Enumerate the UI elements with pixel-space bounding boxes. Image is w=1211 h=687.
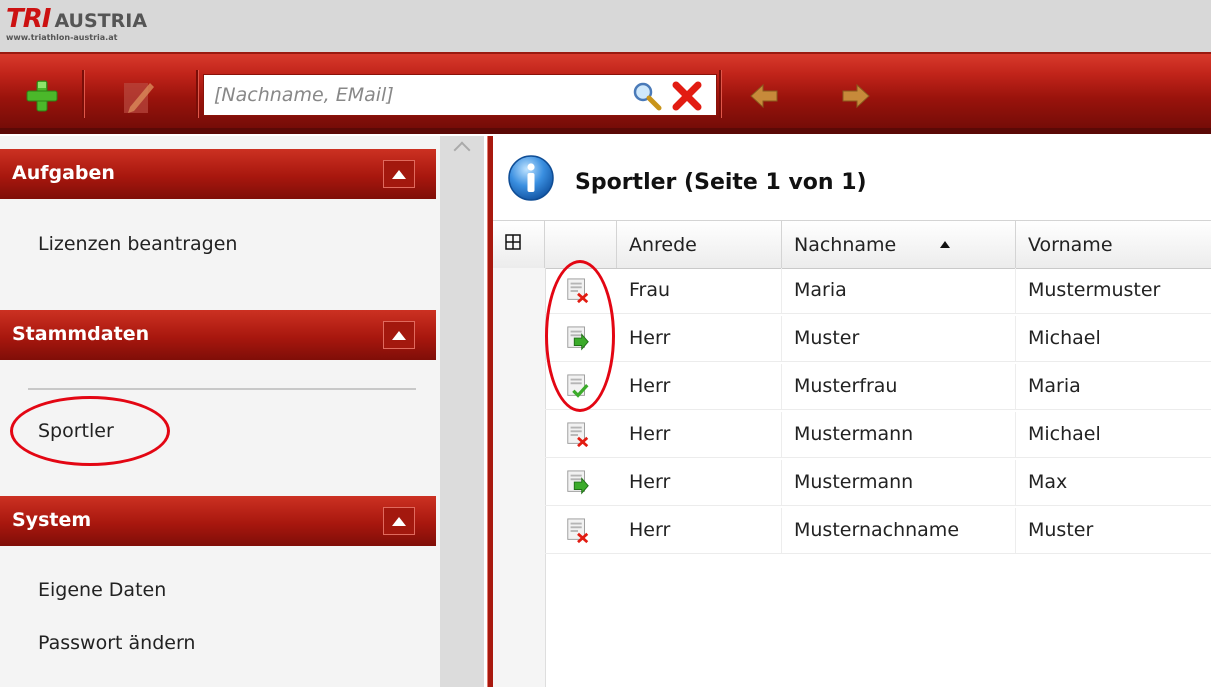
triangle-up-icon	[392, 330, 406, 340]
triangle-up-icon	[392, 169, 406, 179]
cell-anrede: Herr	[617, 412, 782, 457]
column-header-status[interactable]	[545, 221, 617, 268]
column-header-anrede[interactable]: Anrede	[617, 221, 782, 268]
table-row[interactable]: Herr Mustermann Max	[545, 460, 1211, 506]
add-button[interactable]	[22, 76, 62, 116]
cell-anrede: Frau	[617, 268, 782, 313]
column-chooser[interactable]	[493, 221, 545, 268]
nav-link-lizenzen-beantragen[interactable]: Lizenzen beantragen	[38, 233, 237, 255]
table-row[interactable]: Herr Mustermann Michael	[545, 412, 1211, 458]
add-icon	[26, 80, 58, 112]
forward-button[interactable]	[836, 76, 876, 116]
toolbar-separator	[719, 70, 722, 118]
collapse-button[interactable]	[383, 321, 415, 349]
table-row[interactable]: Frau Maria Mustermuster	[545, 268, 1211, 314]
status-approved-icon[interactable]	[565, 373, 591, 401]
cell-anrede: Herr	[617, 508, 782, 553]
toolbar-shade	[0, 128, 1211, 134]
panel-header-aufgaben[interactable]: Aufgaben	[0, 149, 436, 199]
clear-icon[interactable]	[670, 81, 706, 111]
sidebar: Aufgaben Lizenzen beantragen Stammdaten …	[0, 136, 440, 687]
triathlon-austria-logo: TRI AUSTRIA www.triathlon-austria.at	[6, 6, 147, 42]
cell-nachname: Musterfrau	[782, 364, 1016, 409]
edit-button[interactable]	[118, 76, 158, 116]
status-forwarded-icon[interactable]	[565, 325, 591, 353]
column-header-label: Vorname	[1028, 234, 1113, 256]
table-row[interactable]: Herr Musterfrau Maria	[545, 364, 1211, 410]
panel-header-system[interactable]: System	[0, 496, 436, 546]
column-header-vorname[interactable]: Vorname	[1016, 221, 1211, 268]
cell-vorname: Maria	[1028, 375, 1081, 397]
cell-anrede: Herr	[617, 460, 782, 505]
back-arrow-icon	[750, 83, 778, 109]
cell-anrede: Herr	[617, 316, 782, 361]
cell-vorname: Michael	[1028, 423, 1101, 445]
forward-arrow-icon	[842, 83, 870, 109]
toolbar-separator	[196, 70, 199, 118]
cell-nachname: Musternachname	[782, 508, 1016, 553]
panel-title: Stammdaten	[12, 323, 150, 345]
logo-url: www.triathlon-austria.at	[6, 33, 118, 42]
toolbar-separator	[82, 70, 85, 118]
triangle-up-icon	[392, 516, 406, 526]
search-box	[203, 74, 717, 116]
app-header: TRI AUSTRIA www.triathlon-austria.at	[0, 0, 1211, 54]
sidebar-scrollbar[interactable]	[440, 136, 484, 687]
column-header-label: Nachname	[794, 234, 897, 256]
nav-link-eigene-daten[interactable]: Eigene Daten	[38, 579, 166, 601]
cell-vorname: Muster	[1028, 519, 1094, 541]
cell-nachname: Muster	[782, 316, 1016, 361]
page-title: Sportler (Seite 1 von 1)	[575, 170, 867, 195]
cell-nachname: Mustermann	[782, 460, 1016, 505]
scroll-up-icon[interactable]	[453, 141, 471, 159]
status-rejected-icon[interactable]	[565, 277, 591, 305]
cell-anrede: Herr	[617, 364, 782, 409]
grid-header: Anrede Nachname Vorname	[493, 220, 1211, 269]
edit-icon	[124, 83, 154, 113]
logo-austria-text: AUSTRIA	[54, 10, 148, 32]
table-row[interactable]: Herr Musternachname Muster	[545, 508, 1211, 554]
status-rejected-icon[interactable]	[565, 517, 591, 545]
logo-tri-text: TRI	[6, 4, 51, 34]
cell-vorname: Max	[1028, 471, 1068, 493]
collapse-button[interactable]	[383, 507, 415, 535]
table-row[interactable]: Herr Muster Michael	[545, 316, 1211, 362]
panel-title: Aufgaben	[12, 162, 115, 184]
search-input[interactable]	[214, 75, 614, 115]
status-rejected-icon[interactable]	[565, 421, 591, 449]
panel-header-stammdaten[interactable]: Stammdaten	[0, 310, 436, 360]
nav-link-passwort-aendern[interactable]: Passwort ändern	[38, 632, 195, 654]
sportler-grid: Anrede Nachname Vorname Frau Maria Musterm…	[493, 220, 1211, 687]
panel-title: System	[12, 509, 92, 531]
cell-nachname: Mustermann	[782, 412, 1016, 457]
toolbar	[0, 54, 1211, 134]
column-header-nachname[interactable]: Nachname	[782, 221, 1016, 268]
search-icon[interactable]	[632, 81, 662, 111]
grid-menu-icon	[505, 234, 521, 250]
row-selector-column	[493, 268, 546, 687]
cell-nachname: Maria	[782, 268, 1016, 313]
cell-vorname: Mustermuster	[1028, 279, 1161, 301]
nav-link-sportler[interactable]: Sportler	[38, 420, 114, 442]
status-forwarded-icon[interactable]	[565, 469, 591, 497]
info-icon	[508, 155, 554, 201]
collapse-button[interactable]	[383, 160, 415, 188]
back-button[interactable]	[744, 76, 784, 116]
sort-ascending-icon	[940, 241, 950, 248]
cell-vorname: Michael	[1028, 327, 1101, 349]
column-header-label: Anrede	[629, 234, 697, 256]
main-panel: Sportler (Seite 1 von 1) Anrede Nachname…	[493, 136, 1211, 687]
nav-divider	[28, 388, 416, 390]
